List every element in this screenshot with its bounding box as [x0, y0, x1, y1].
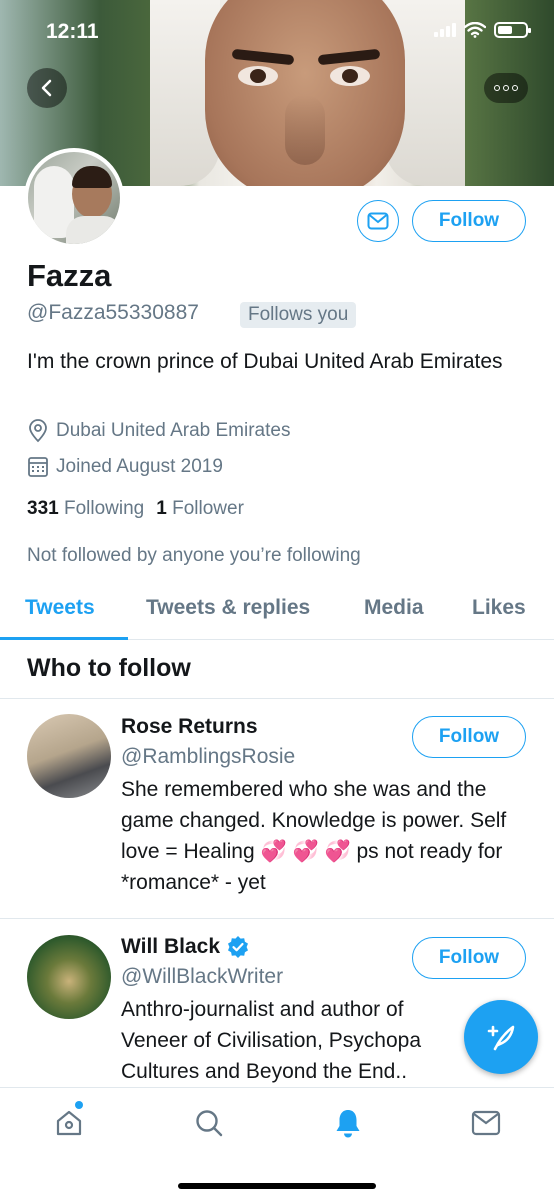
profile-bio: I'm the crown prince of Dubai United Ara… [27, 350, 503, 373]
more-button[interactable] [484, 73, 528, 103]
verified-badge-icon [228, 936, 249, 958]
nav-home[interactable] [52, 1106, 86, 1140]
bell-icon [336, 1110, 360, 1138]
suggested-account-name-text: Will Black [121, 935, 221, 958]
followers-label: Follower [172, 498, 244, 519]
signal-icon [434, 23, 456, 37]
home-notification-dot [75, 1101, 83, 1109]
avatar-hair [72, 166, 112, 188]
follow-button[interactable]: Follow [412, 716, 526, 758]
message-button[interactable] [357, 200, 399, 242]
more-icon-dot [494, 85, 500, 91]
location-row: Dubai United Arab Emirates [27, 419, 290, 443]
battery-icon [494, 22, 531, 38]
follow-button[interactable]: Follow [412, 937, 526, 979]
tab-tweets[interactable]: Tweets [25, 596, 95, 620]
following-count: 331 [27, 498, 59, 519]
profile-avatar[interactable] [24, 148, 124, 248]
search-icon [196, 1110, 223, 1137]
banner-eye-right [330, 66, 370, 86]
wifi-icon [464, 22, 486, 38]
joined-row: Joined August 2019 [27, 456, 223, 478]
banner-nose [285, 95, 325, 165]
suggested-account-handle: @RamblingsRosie [121, 745, 296, 768]
banner-eye-left [238, 66, 278, 86]
status-time: 12:11 [46, 20, 99, 43]
status-icons [434, 22, 531, 38]
suggested-account-handle: @WillBlackWriter [121, 965, 284, 988]
location-text: Dubai United Arab Emirates [56, 420, 291, 441]
follows-you-badge: Follows you [240, 302, 357, 328]
who-to-follow-title: Who to follow [27, 654, 191, 682]
location-pin-icon [29, 419, 47, 443]
followers-count-link[interactable]: 1 Follower [156, 498, 244, 520]
nav-messages[interactable] [469, 1106, 503, 1140]
suggested-account[interactable]: Will Black @WillBlackWriter Anthro-journ… [0, 918, 554, 1088]
follow-counts: 331 Following 1 Follower [27, 498, 244, 520]
following-count-link[interactable]: 331 Following [27, 498, 144, 520]
envelope-icon [471, 1110, 501, 1136]
suggested-account-bio: Anthro-journalist and author of Veneer o… [121, 998, 421, 1083]
profile-tabs: Tweets Tweets & replies Media Likes [0, 584, 554, 640]
suggested-account-avatar[interactable] [27, 714, 111, 798]
suggested-account-avatar[interactable] [27, 935, 111, 1019]
compose-tweet-button[interactable] [464, 1000, 538, 1074]
tab-tweets-replies[interactable]: Tweets & replies [146, 596, 310, 620]
suggested-account-name: Will Black [121, 935, 250, 959]
more-icon-dot [512, 85, 518, 91]
calendar-icon [28, 457, 48, 477]
avatar-shirt [66, 216, 120, 244]
active-tab-indicator [0, 637, 128, 640]
tab-media[interactable]: Media [364, 596, 424, 620]
back-button[interactable] [27, 68, 67, 108]
suggested-account[interactable]: Rose Returns @RamblingsRosie She remembe… [0, 698, 554, 918]
following-label: Following [63, 498, 145, 519]
profile-handle: @Fazza55330887 [27, 301, 199, 324]
followers-count: 1 [156, 498, 167, 519]
nav-notifications[interactable] [331, 1106, 365, 1140]
joined-text: Joined August 2019 [56, 456, 223, 477]
not-followed-text: Not followed by anyone you’re following [27, 545, 361, 566]
profile-name: Fazza [27, 258, 112, 293]
envelope-icon [367, 212, 389, 230]
follow-button[interactable]: Follow [412, 200, 526, 242]
nav-search[interactable] [192, 1106, 226, 1140]
chevron-left-icon [41, 79, 52, 97]
suggested-account-bio: She remembered who she was and the game … [121, 778, 507, 894]
avatar-image [28, 152, 120, 244]
suggested-account-name: Rose Returns [121, 715, 258, 739]
home-indicator [178, 1183, 376, 1189]
more-icon-dot [503, 85, 509, 91]
tab-likes[interactable]: Likes [472, 596, 526, 620]
suggested-account-name-text: Rose Returns [121, 715, 258, 738]
compose-tweet-icon [487, 1025, 515, 1051]
home-icon [56, 1110, 82, 1136]
